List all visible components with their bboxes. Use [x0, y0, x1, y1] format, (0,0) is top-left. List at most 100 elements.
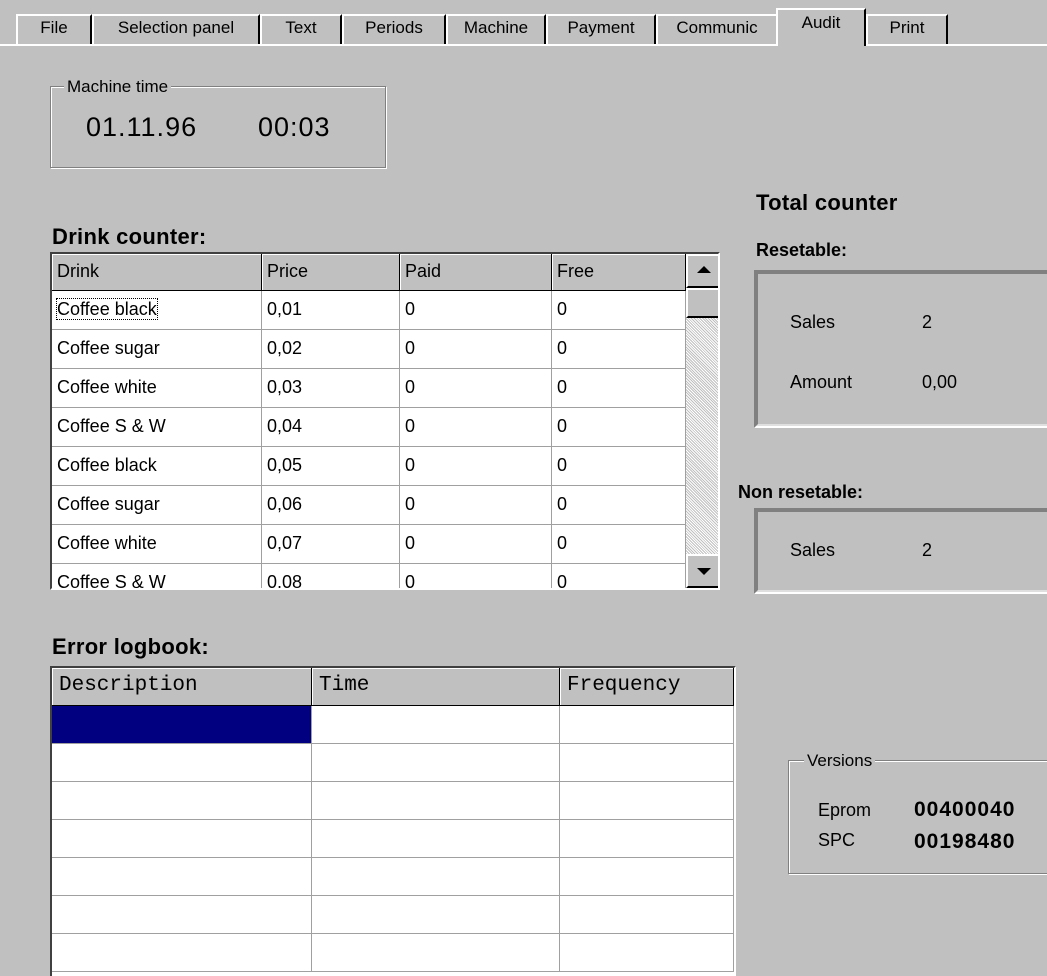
empty-cell[interactable] [52, 896, 312, 934]
drink-counter-table[interactable]: Drink Price Paid Free Coffee black 0,01 0 0… [50, 252, 720, 590]
table-row[interactable]: Coffee white 0,07 0 0 [52, 525, 686, 564]
cell-price[interactable]: 0,07 [262, 525, 400, 564]
drink-table-scrollbar[interactable] [686, 254, 718, 588]
column-header-drink[interactable]: Drink [52, 254, 262, 291]
tab-print[interactable]: Print [866, 14, 948, 44]
tab-payment[interactable]: Payment [546, 14, 656, 44]
cell-text: 0 [405, 416, 416, 436]
selected-cell[interactable] [52, 706, 312, 744]
empty-cell[interactable] [312, 858, 560, 896]
column-header-frequency[interactable]: Frequency [560, 668, 734, 706]
total-counter-title: Total counter [756, 190, 898, 215]
cell-paid[interactable]: 0 [400, 291, 552, 330]
cell-free[interactable]: 0 [552, 525, 686, 564]
cell-price[interactable]: 0,04 [262, 408, 400, 447]
cell-drink[interactable]: Coffee white [52, 369, 262, 408]
tab-file[interactable]: File [16, 14, 92, 44]
cell-drink[interactable]: Coffee sugar [52, 486, 262, 525]
empty-cell[interactable] [52, 858, 312, 896]
table-row[interactable]: Coffee black 0,05 0 0 [52, 447, 686, 486]
empty-cell[interactable] [560, 782, 734, 820]
cell-free[interactable]: 0 [552, 330, 686, 369]
table-row[interactable]: Coffee black 0,01 0 0 [52, 291, 686, 330]
non-resetable-sales-label: Sales [790, 540, 836, 560]
cell-price[interactable]: 0,02 [262, 330, 400, 369]
cell-text: 0,04 [267, 416, 303, 436]
cell-paid[interactable]: 0 [400, 525, 552, 564]
tab-text[interactable]: Text [260, 14, 342, 44]
cell-drink[interactable]: Coffee black [52, 291, 262, 330]
cell-free[interactable]: 0 [552, 291, 686, 330]
empty-cell[interactable] [312, 820, 560, 858]
machine-time-label: Machine time [64, 78, 172, 96]
cell-price[interactable]: 0,08 [262, 564, 400, 588]
empty-cell[interactable] [52, 820, 312, 858]
empty-cell[interactable] [312, 934, 560, 972]
cell-text: 0 [557, 377, 568, 397]
table-row[interactable]: Coffee S & W 0,08 0 0 [52, 564, 686, 588]
empty-cell[interactable] [312, 782, 560, 820]
cell-text: 0,02 [267, 338, 303, 358]
column-header-free[interactable]: Free [552, 254, 686, 291]
column-header-time[interactable]: Time [312, 668, 560, 706]
column-header-paid[interactable]: Paid [400, 254, 552, 291]
empty-cell[interactable] [312, 706, 560, 744]
cell-text: 0 [557, 455, 568, 475]
column-header-description[interactable]: Description [52, 668, 312, 706]
table-row[interactable]: Coffee white 0,03 0 0 [52, 369, 686, 408]
cell-free[interactable]: 0 [552, 369, 686, 408]
cell-price[interactable]: 0,03 [262, 369, 400, 408]
cell-paid[interactable]: 0 [400, 369, 552, 408]
table-row[interactable]: Coffee sugar 0,06 0 0 [52, 486, 686, 525]
resetable-sales-value: 2 [922, 312, 933, 332]
error-logbook-table[interactable]: Description Time Frequency [50, 666, 736, 976]
tab-audit[interactable]: Audit [776, 8, 866, 46]
cell-paid[interactable]: 0 [400, 447, 552, 486]
empty-cell[interactable] [560, 934, 734, 972]
empty-cell[interactable] [560, 820, 734, 858]
cell-text: Coffee S & W [57, 416, 166, 436]
error-logbook-title: Error logbook: [52, 634, 209, 659]
cell-price[interactable]: 0,06 [262, 486, 400, 525]
resetable-label: Resetable: [756, 240, 848, 260]
cell-price[interactable]: 0,05 [262, 447, 400, 486]
cell-paid[interactable]: 0 [400, 486, 552, 525]
table-row[interactable]: Coffee sugar 0,02 0 0 [52, 330, 686, 369]
empty-cell[interactable] [312, 896, 560, 934]
empty-cell[interactable] [560, 706, 734, 744]
cell-free[interactable]: 0 [552, 486, 686, 525]
scroll-up-button[interactable] [686, 254, 718, 288]
empty-cell[interactable] [52, 744, 312, 782]
empty-cell[interactable] [560, 744, 734, 782]
cell-free[interactable]: 0 [552, 564, 686, 588]
cell-price[interactable]: 0,01 [262, 291, 400, 330]
tab-periods[interactable]: Periods [342, 14, 446, 44]
resetable-panel [754, 270, 1047, 428]
cell-drink[interactable]: Coffee white [52, 525, 262, 564]
table-row[interactable]: Coffee S & W 0,04 0 0 [52, 408, 686, 447]
tab-selection-panel[interactable]: Selection panel [92, 14, 260, 44]
tab-machine[interactable]: Machine [446, 14, 546, 44]
cell-drink[interactable]: Coffee S & W [52, 564, 262, 588]
resetable-sales-label: Sales [790, 312, 836, 332]
empty-cell[interactable] [52, 934, 312, 972]
empty-cell[interactable] [560, 858, 734, 896]
empty-cell[interactable] [52, 782, 312, 820]
cell-free[interactable]: 0 [552, 447, 686, 486]
cell-paid[interactable]: 0 [400, 564, 552, 588]
cell-drink[interactable]: Coffee S & W [52, 408, 262, 447]
empty-cell[interactable] [560, 896, 734, 934]
cell-drink[interactable]: Coffee black [52, 447, 262, 486]
non-resetable-sales-value: 2 [922, 540, 933, 560]
tab-communic[interactable]: Communic [656, 14, 776, 44]
cell-drink[interactable]: Coffee sugar [52, 330, 262, 369]
empty-cell[interactable] [312, 744, 560, 782]
cell-free[interactable]: 0 [552, 408, 686, 447]
cell-text: 0,01 [267, 299, 303, 319]
column-header-price[interactable]: Price [262, 254, 400, 291]
cell-paid[interactable]: 0 [400, 330, 552, 369]
cell-paid[interactable]: 0 [400, 408, 552, 447]
scroll-down-button[interactable] [686, 554, 718, 588]
scroll-thumb[interactable] [686, 288, 718, 318]
cell-text: 0 [557, 416, 568, 436]
